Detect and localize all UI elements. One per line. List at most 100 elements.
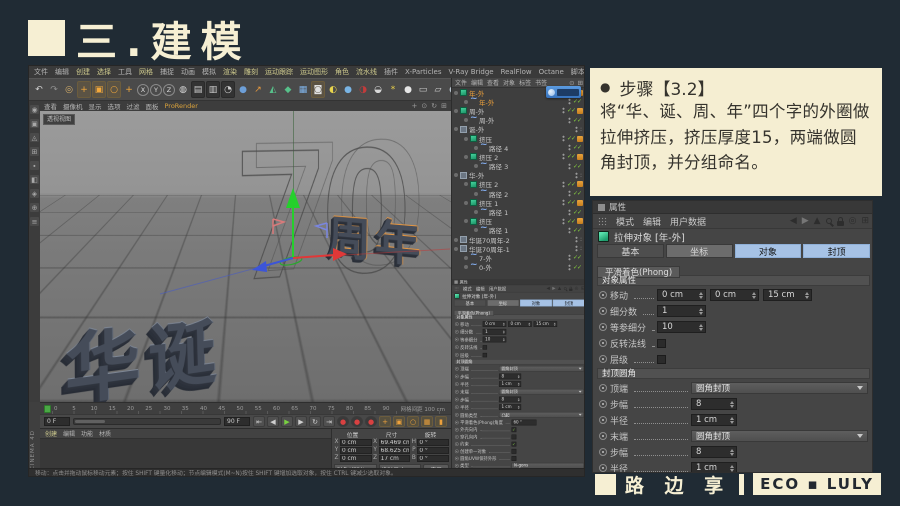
- menu-item[interactable]: X-Particles: [405, 68, 441, 76]
- stepper-icon[interactable]: [752, 292, 756, 299]
- expand-toggle-icon[interactable]: [454, 247, 458, 251]
- om-menu-file[interactable]: 文件: [455, 78, 467, 87]
- viewport[interactable]: 查看 摄像机 显示 选项 过滤 面板 ProRender +⊙↻⊞ 70 70 …: [40, 101, 451, 402]
- material-menu-item[interactable]: 功能: [81, 429, 93, 438]
- enable-checks[interactable]: ✓✓: [573, 190, 581, 197]
- render-settings-icon[interactable]: ◔: [221, 81, 235, 98]
- end-cap-dropdown[interactable]: 圆角封顶: [499, 389, 584, 395]
- search-icon[interactable]: [564, 287, 567, 290]
- expand-toggle-icon[interactable]: [454, 91, 458, 95]
- enable-checks[interactable]: :: [580, 126, 581, 133]
- lock-x-icon[interactable]: X: [137, 84, 149, 96]
- rotate-tool-icon[interactable]: ○: [107, 81, 121, 98]
- object-name[interactable]: 0-外: [479, 262, 492, 272]
- stepper-icon[interactable]: [518, 398, 520, 401]
- back-arrow-icon[interactable]: ◀: [546, 286, 549, 291]
- vp-menu-prorender[interactable]: ProRender: [165, 102, 198, 110]
- stepper-icon[interactable]: [528, 322, 530, 325]
- enable-checks[interactable]: ✓✓: [573, 227, 581, 234]
- stepper-icon[interactable]: [518, 375, 520, 378]
- material-menu-item[interactable]: 编辑: [63, 429, 75, 438]
- visibility-dots-icon[interactable]: [568, 117, 571, 124]
- record-icon[interactable]: ●: [351, 416, 363, 427]
- expand-toggle-icon[interactable]: [464, 219, 468, 223]
- visibility-dots-icon[interactable]: [575, 236, 578, 243]
- visibility-dots-icon[interactable]: [562, 218, 565, 225]
- rotation-field[interactable]: 0 °: [417, 447, 449, 454]
- loop-icon[interactable]: ↻: [309, 416, 321, 427]
- keyframe-icon[interactable]: ●: [365, 416, 377, 427]
- enable-checks[interactable]: :: [580, 245, 581, 252]
- stepper-icon[interactable]: [503, 330, 505, 333]
- stepper-icon[interactable]: [805, 292, 809, 299]
- autokey-icon[interactable]: ●: [337, 416, 349, 427]
- expand-toggle-icon[interactable]: [464, 100, 468, 104]
- material-menu-item[interactable]: 材质: [99, 429, 111, 438]
- stepper-icon[interactable]: [503, 338, 505, 341]
- radio-icon[interactable]: [455, 367, 459, 371]
- enable-checks[interactable]: ✓✓: [573, 117, 581, 124]
- vp-menu-display[interactable]: 显示: [89, 101, 102, 111]
- menu-item[interactable]: V-Ray Bridge: [448, 68, 493, 76]
- tab-object[interactable]: 对象: [520, 300, 552, 307]
- key-rotation-icon[interactable]: ○: [407, 416, 419, 427]
- menu-item[interactable]: 创建: [76, 67, 90, 77]
- attr-extra-control[interactable]: 60 °: [512, 419, 537, 425]
- workplane-icon[interactable]: ⊞: [30, 147, 39, 156]
- camera-icon[interactable]: ◙: [311, 81, 325, 98]
- stage-icon[interactable]: ◑: [356, 81, 370, 98]
- enable-checks[interactable]: ✓✓: [573, 163, 581, 170]
- object-tree-row[interactable]: 挤压 2 ✓✓: [452, 180, 585, 189]
- radio-icon[interactable]: [455, 382, 459, 386]
- tab-basic[interactable]: 基本: [454, 300, 486, 307]
- back-arrow-icon[interactable]: ◀: [790, 216, 797, 226]
- enable-checks[interactable]: :: [580, 236, 581, 243]
- pen-tool-icon[interactable]: ↗: [251, 81, 265, 98]
- grip-icon[interactable]: [454, 286, 458, 290]
- menu-item[interactable]: 工具: [118, 67, 132, 77]
- enable-checks[interactable]: ✓✓: [573, 264, 581, 271]
- enable-checks[interactable]: ✓✓: [567, 218, 575, 225]
- visibility-dots-icon[interactable]: [562, 153, 565, 160]
- texture-mode-icon[interactable]: ◬: [30, 133, 39, 142]
- expand-toggle-icon[interactable]: [464, 182, 468, 186]
- menu-edit[interactable]: 编辑: [476, 285, 485, 291]
- expand-toggle-icon[interactable]: [464, 118, 468, 122]
- tab-object[interactable]: 对象: [735, 244, 802, 258]
- environment-icon[interactable]: ◒: [371, 81, 385, 98]
- radio-icon[interactable]: [599, 400, 607, 408]
- expand-toggle-icon[interactable]: [454, 238, 458, 242]
- menu-item[interactable]: 选择: [97, 67, 111, 77]
- coord-system-icon[interactable]: ◍: [176, 81, 190, 98]
- axis-mode-icon[interactable]: ⊕: [30, 203, 39, 212]
- vp-menu-camera[interactable]: 摄像机: [63, 101, 83, 111]
- phong-tag-icon[interactable]: [577, 136, 583, 142]
- tab-caps[interactable]: 封顶: [803, 244, 870, 258]
- position-field[interactable]: 0 cm: [340, 439, 372, 446]
- visibility-dots-icon[interactable]: [568, 264, 571, 271]
- lock-z-icon[interactable]: Z: [163, 84, 175, 96]
- movement-x-field[interactable]: 0 cm: [483, 321, 507, 327]
- expand-toggle-icon[interactable]: [474, 228, 478, 232]
- key-parameter-icon[interactable]: ▦: [421, 416, 433, 427]
- play-icon[interactable]: ▶: [281, 416, 293, 427]
- sky-icon[interactable]: ●: [341, 81, 355, 98]
- subdivision-field[interactable]: 1: [483, 329, 507, 335]
- stepper-icon[interactable]: [554, 322, 556, 325]
- expand-toggle-icon[interactable]: [474, 192, 478, 196]
- vp-menu-filter[interactable]: 过滤: [127, 101, 140, 111]
- expand-toggle-icon[interactable]: [464, 155, 468, 159]
- add-tab-icon[interactable]: ⊞: [581, 286, 585, 291]
- end-radius-field[interactable]: 1 cm: [499, 404, 521, 410]
- stepper-icon[interactable]: [730, 449, 734, 456]
- snap-icon[interactable]: ≡: [30, 217, 39, 226]
- expand-toggle-icon[interactable]: [464, 137, 468, 141]
- radio-icon[interactable]: [599, 448, 607, 456]
- expand-toggle-icon[interactable]: [474, 164, 478, 168]
- tab-coordinates[interactable]: 坐标: [487, 300, 519, 307]
- stepper-icon[interactable]: [730, 417, 734, 424]
- make-editable-icon[interactable]: ◉: [30, 105, 39, 114]
- enable-checks[interactable]: ✓✓: [567, 107, 575, 114]
- phong-tag-icon[interactable]: [577, 154, 583, 160]
- points-mode-icon[interactable]: ∙: [30, 161, 39, 170]
